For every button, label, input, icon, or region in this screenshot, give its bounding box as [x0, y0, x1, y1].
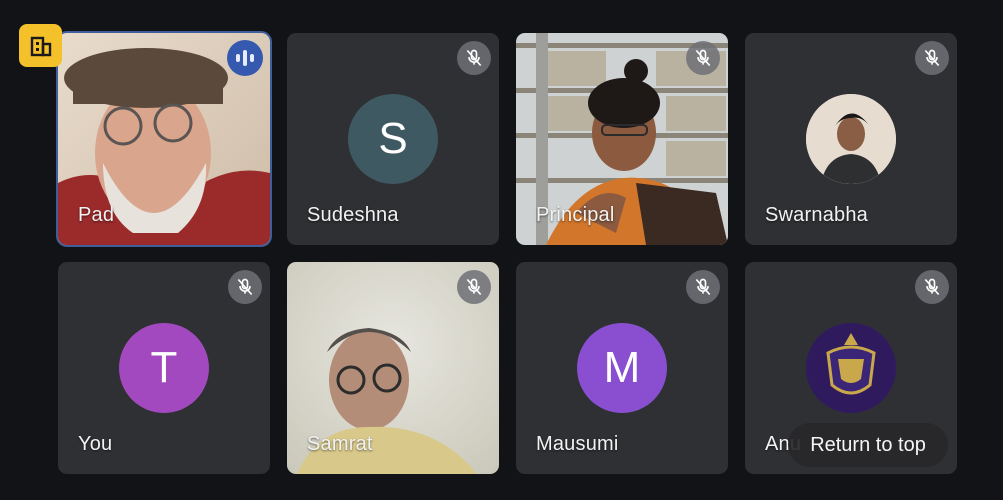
participant-name: Mausumi — [536, 433, 619, 455]
participant-name: Samrat — [307, 433, 373, 455]
mic-off-icon — [915, 41, 949, 75]
participant-name: Swarnabha — [765, 204, 868, 226]
participant-name: Pad — [78, 204, 115, 226]
participant-tile-pad[interactable]: Pad — [56, 31, 272, 247]
mic-off-icon — [686, 270, 720, 304]
avatar: S — [348, 94, 438, 184]
participant-tile-mausumi[interactable]: M Mausumi — [516, 262, 728, 474]
avatar: M — [577, 323, 667, 413]
participant-name: You — [78, 433, 113, 455]
return-to-top-button[interactable]: Return to top — [788, 423, 948, 467]
mic-off-icon — [228, 270, 262, 304]
team-logo-avatar — [806, 323, 896, 413]
participant-name: Sudeshna — [307, 204, 399, 226]
building-icon[interactable] — [19, 24, 62, 67]
avatar: T — [119, 323, 209, 413]
participant-tile-principal[interactable]: Principal — [516, 33, 728, 245]
speaking-indicator-icon — [227, 40, 263, 76]
mic-off-icon — [915, 270, 949, 304]
participant-tile-you[interactable]: T You — [58, 262, 270, 474]
participant-tile-samrat[interactable]: Samrat — [287, 262, 499, 474]
participant-tile-swarnabha[interactable]: Swarnabha — [745, 33, 957, 245]
participant-name: Principal — [536, 204, 615, 226]
mic-off-icon — [686, 41, 720, 75]
mic-off-icon — [457, 270, 491, 304]
participant-tile-sudeshna[interactable]: S Sudeshna — [287, 33, 499, 245]
mic-off-icon — [457, 41, 491, 75]
avatar — [806, 94, 896, 184]
